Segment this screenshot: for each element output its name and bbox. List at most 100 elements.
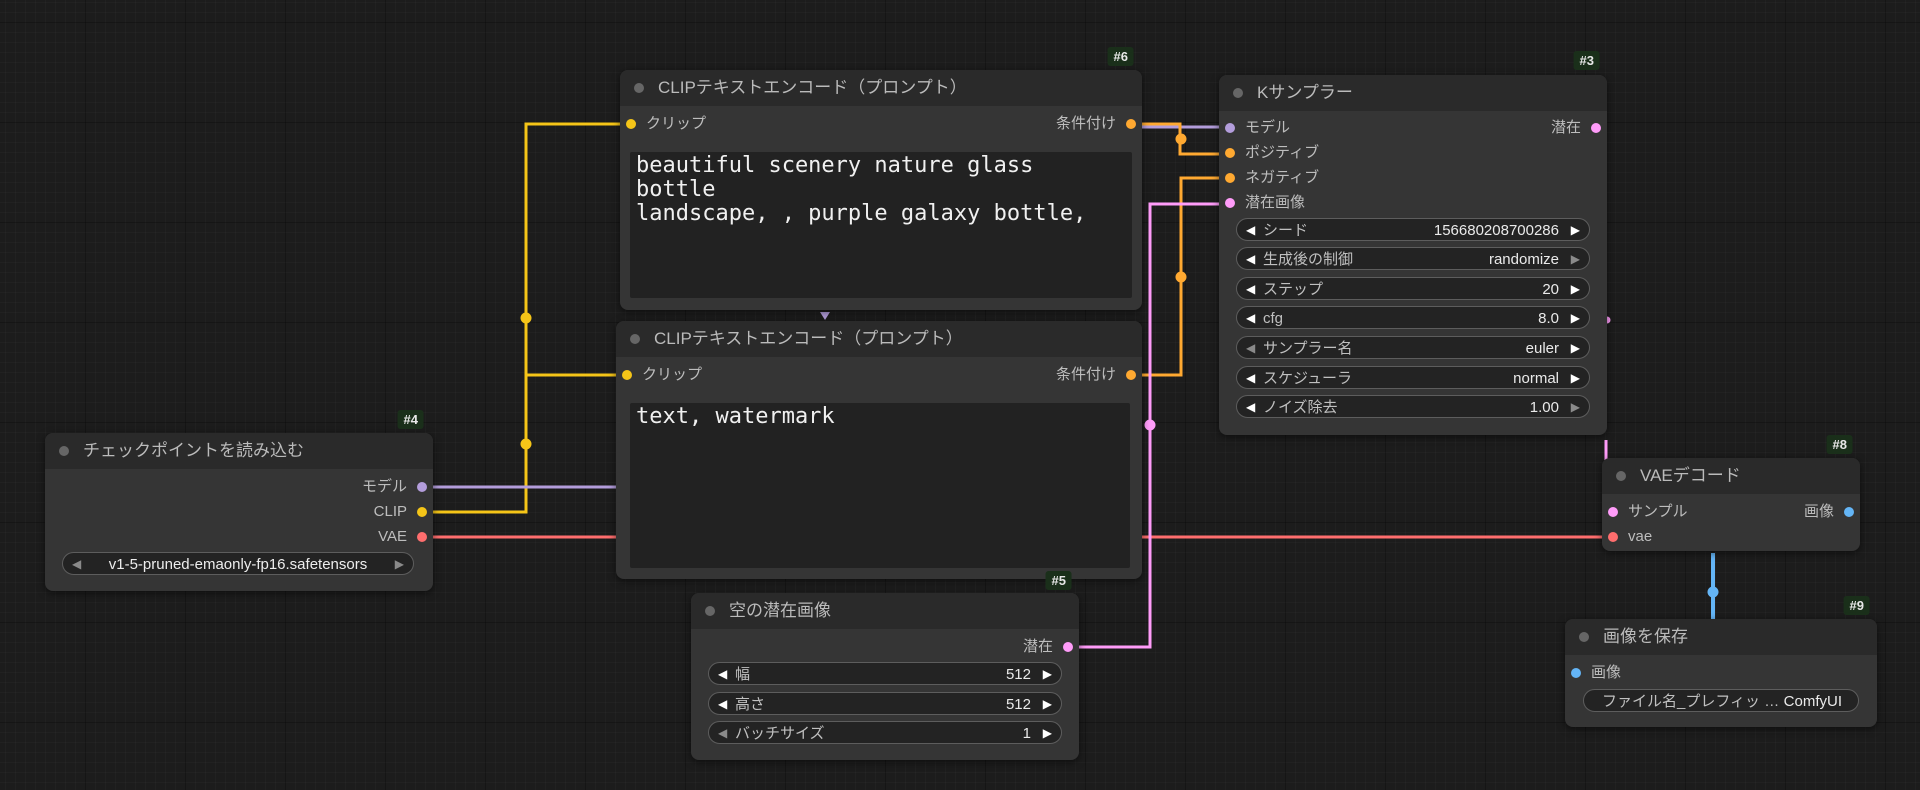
cfg-widget[interactable]: ◀ cfg 8.0 ▶ [1236,306,1590,329]
decrement-arrow-icon[interactable]: ◀ [1246,219,1255,242]
output-conditioning[interactable]: 条件付け [1056,364,1142,386]
node-title-bar[interactable]: VAEデコード [1602,458,1860,494]
input-pin-icon[interactable] [622,370,632,380]
input-clip[interactable]: クリップ [620,113,706,135]
input-negative[interactable]: ネガティブ [1219,167,1319,189]
output-pin-icon[interactable] [1063,642,1073,652]
output-latent[interactable]: 潜在 [1023,636,1079,658]
decrement-arrow-icon[interactable]: ◀ [718,693,727,716]
prompt-textarea[interactable]: beautiful scenery nature glass bottle la… [630,152,1132,298]
increment-arrow-icon[interactable]: ▶ [1571,367,1580,390]
decrement-arrow-icon[interactable]: ◀ [1246,307,1255,330]
increment-arrow-icon[interactable]: ▶ [1043,663,1052,686]
input-vae[interactable]: vae [1602,526,1652,548]
batch-size-widget[interactable]: ◀ バッチサイズ 1 ▶ [708,721,1062,744]
input-pin-icon[interactable] [1225,173,1235,183]
sampler-name-widget[interactable]: ◀ サンプラー名 euler ▶ [1236,336,1590,359]
output-pin-icon[interactable] [1844,507,1854,517]
increment-arrow-icon[interactable]: ▶ [1043,693,1052,716]
width-widget[interactable]: ◀ 幅 512 ▶ [708,662,1062,685]
increment-arrow-icon[interactable]: ▶ [1571,396,1580,419]
decrement-arrow-icon[interactable]: ◀ [1246,337,1255,360]
control-after-generate-widget[interactable]: ◀ 生成後の制御 randomize ▶ [1236,247,1590,270]
output-image[interactable]: 画像 [1804,501,1860,523]
decrement-arrow-icon[interactable]: ◀ [1246,248,1255,271]
save-image-node[interactable]: 画像を保存 画像 ファイル名_プレフィッ … ComfyUI [1565,619,1877,727]
decrement-arrow-icon[interactable]: ◀ [1246,367,1255,390]
collapse-dot-icon[interactable] [634,83,644,93]
increment-arrow-icon[interactable]: ▶ [1571,248,1580,271]
input-pin-icon[interactable] [626,119,636,129]
steps-widget[interactable]: ◀ ステップ 20 ▶ [1236,277,1590,300]
increment-arrow-icon[interactable]: ▶ [1043,722,1052,745]
output-pin-icon[interactable] [1126,370,1136,380]
input-clip[interactable]: クリップ [616,364,702,386]
widget-label: シード [1263,222,1309,239]
ksampler-node[interactable]: Kサンプラー モデル ポジティブ ネガティブ 潜在画像 潜在 ◀ シード 156… [1219,75,1607,435]
input-label: ポジティブ [1245,144,1320,161]
increment-arrow-icon[interactable]: ▶ [1571,337,1580,360]
ckpt-name-value: v1-5-pruned-emaonly-fp16.safetensors [108,556,368,573]
widget-label: ファイル名_プレフィッ … [1602,693,1780,710]
output-model[interactable]: モデル [362,476,433,498]
output-pin-icon[interactable] [417,532,427,542]
increment-arrow-icon[interactable]: ▶ [1571,219,1580,242]
node-id-badge: #4 [397,410,424,429]
scheduler-widget[interactable]: ◀ スケジューラ normal ▶ [1236,366,1590,389]
widget-value: 156680208700286 [1433,222,1559,239]
output-conditioning[interactable]: 条件付け [1056,113,1142,135]
denoise-widget[interactable]: ◀ ノイズ除去 1.00 ▶ [1236,395,1590,418]
increment-arrow-icon[interactable]: ▶ [1571,278,1580,301]
output-latent[interactable]: 潜在 [1551,117,1607,139]
widget-label: スケジューラ [1263,370,1352,387]
input-pin-icon[interactable] [1225,198,1235,208]
decrement-arrow-icon[interactable]: ◀ [1246,278,1255,301]
height-widget[interactable]: ◀ 高さ 512 ▶ [708,692,1062,715]
collapse-dot-icon[interactable] [630,334,640,344]
output-pin-icon[interactable] [417,482,427,492]
node-title-bar[interactable]: チェックポイントを読み込む [45,433,433,469]
collapse-dot-icon[interactable] [59,446,69,456]
vae-decode-node[interactable]: VAEデコード サンプル vae 画像 [1602,458,1860,551]
collapse-dot-icon[interactable] [1233,88,1243,98]
output-vae[interactable]: VAE [378,526,433,548]
input-positive[interactable]: ポジティブ [1219,142,1319,164]
input-samples[interactable]: サンプル [1602,501,1688,523]
output-pin-icon[interactable] [1126,119,1136,129]
collapse-dot-icon[interactable] [1616,471,1626,481]
input-model[interactable]: モデル [1219,117,1290,139]
collapse-dot-icon[interactable] [705,606,715,616]
input-pin-icon[interactable] [1225,123,1235,133]
input-latent-image[interactable]: 潜在画像 [1219,192,1305,214]
collapse-dot-icon[interactable] [1579,632,1589,642]
filename-prefix-widget[interactable]: ファイル名_プレフィッ … ComfyUI [1583,689,1859,712]
node-title-bar[interactable]: CLIPテキストエンコード（プロンプト） [620,70,1142,106]
input-pin-icon[interactable] [1608,532,1618,542]
clip-text-encode-negative-node[interactable]: CLIPテキストエンコード（プロンプト） クリップ 条件付け text, wat… [616,321,1142,579]
input-pin-icon[interactable] [1608,507,1618,517]
input-pin-icon[interactable] [1571,668,1581,678]
output-pin-icon[interactable] [1591,123,1601,133]
input-pin-icon[interactable] [1225,148,1235,158]
decrement-arrow-icon[interactable]: ◀ [718,663,727,686]
node-title-bar[interactable]: 空の潜在画像 [691,593,1079,629]
decrement-arrow-icon[interactable]: ◀ [718,722,727,745]
clip-text-encode-positive-node[interactable]: CLIPテキストエンコード（プロンプト） クリップ 条件付け beautiful… [620,70,1142,310]
input-label: 潜在画像 [1245,194,1306,211]
node-title: VAEデコード [1640,466,1741,485]
increment-arrow-icon[interactable]: ▶ [1571,307,1580,330]
increment-arrow-icon[interactable]: ▶ [395,553,404,576]
ckpt-name-combo[interactable]: ◀ v1-5-pruned-emaonly-fp16.safetensors ▶ [62,552,414,575]
input-images[interactable]: 画像 [1565,662,1621,684]
decrement-arrow-icon[interactable]: ◀ [1246,396,1255,419]
prompt-textarea[interactable]: text, watermark [630,403,1130,568]
node-title-bar[interactable]: Kサンプラー [1219,75,1607,111]
output-pin-icon[interactable] [417,507,427,517]
output-clip[interactable]: CLIP [374,501,433,523]
node-title-bar[interactable]: 画像を保存 [1565,619,1877,655]
seed-widget[interactable]: ◀ シード 156680208700286 ▶ [1236,218,1590,241]
output-label: 潜在 [1550,119,1581,136]
node-title-bar[interactable]: CLIPテキストエンコード（プロンプト） [616,321,1142,357]
checkpoint-loader-node[interactable]: チェックポイントを読み込む モデル CLIP VAE ◀ v1-5-pruned… [45,433,433,591]
empty-latent-image-node[interactable]: 空の潜在画像 潜在 ◀ 幅 512 ▶ ◀ 高さ 512 ▶ ◀ バッチサイズ … [691,593,1079,760]
